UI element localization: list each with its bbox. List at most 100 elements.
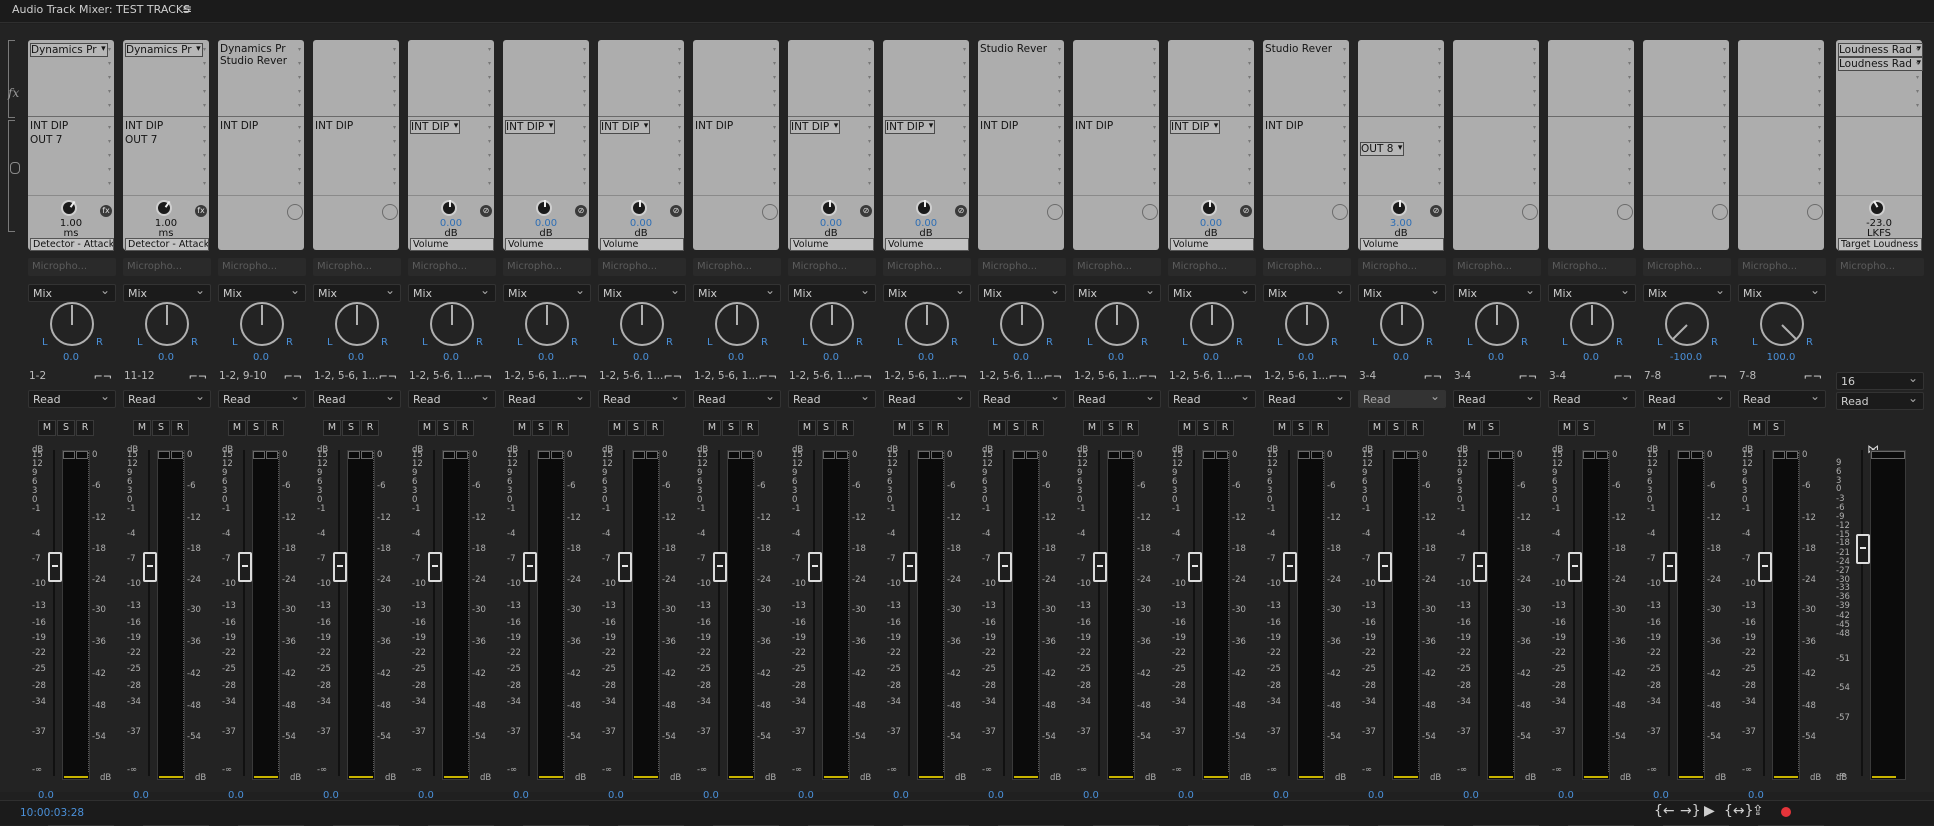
- slot-arrow-icon[interactable]: ▾: [963, 88, 966, 95]
- slot-arrow-icon[interactable]: ▾: [1438, 166, 1441, 173]
- output-routing[interactable]: 11-12: [124, 370, 155, 382]
- peak-indicator[interactable]: [1488, 451, 1500, 459]
- slot-arrow-icon[interactable]: ▾: [583, 138, 586, 145]
- mute-button[interactable]: M: [608, 420, 626, 436]
- pan-knob[interactable]: [1475, 302, 1519, 346]
- slot-arrow-icon[interactable]: ▾: [678, 46, 681, 53]
- mix-mode-dropdown[interactable]: Mix: [408, 282, 496, 302]
- slot-arrow-icon[interactable]: ▾: [1058, 124, 1061, 131]
- mix-mode-dropdown[interactable]: Mix: [1073, 282, 1161, 302]
- volume-fader[interactable]: [903, 552, 917, 582]
- output-routing[interactable]: 1-2, 5-6, 1...: [314, 370, 378, 382]
- solo-button[interactable]: S: [912, 420, 930, 436]
- slot-arrow-icon[interactable]: ▾: [1343, 180, 1346, 187]
- peak-indicator[interactable]: [171, 451, 183, 459]
- param-knob[interactable]: [536, 200, 552, 216]
- send-slot[interactable]: INT DIP: [790, 120, 841, 134]
- slot-arrow-icon[interactable]: ▾: [488, 166, 491, 173]
- slot-arrow-icon[interactable]: ▾: [583, 60, 586, 67]
- slot-arrow-icon[interactable]: ▾: [1153, 88, 1156, 95]
- routing-icon[interactable]: ⌐¬: [1709, 370, 1727, 383]
- slot-arrow-icon[interactable]: ▾: [108, 88, 111, 95]
- automation-mode-dropdown[interactable]: Read: [1643, 388, 1731, 408]
- param-select[interactable]: Volume: [505, 238, 589, 251]
- record-button[interactable]: R: [361, 420, 379, 436]
- mute-button[interactable]: M: [988, 420, 1006, 436]
- slot-arrow-icon[interactable]: ▾: [1153, 152, 1156, 159]
- pan-knob[interactable]: [1285, 302, 1329, 346]
- microphone-input[interactable]: Micropho...: [883, 258, 971, 276]
- bypass-icon[interactable]: ⊘: [955, 205, 967, 217]
- pan-value[interactable]: 0.0: [1164, 352, 1258, 363]
- solo-button[interactable]: S: [1292, 420, 1310, 436]
- peak-indicator[interactable]: [63, 451, 75, 459]
- slot-arrow-icon[interactable]: ▾: [1723, 46, 1726, 53]
- slot-arrow-icon[interactable]: ▾: [1533, 124, 1536, 131]
- slot-arrow-icon[interactable]: ▾: [1438, 180, 1441, 187]
- pan-knob[interactable]: [50, 302, 94, 346]
- send-slot[interactable]: INT DIP: [885, 120, 936, 134]
- slot-arrow-icon[interactable]: ▾: [963, 102, 966, 109]
- slot-arrow-icon[interactable]: ▾: [1153, 74, 1156, 81]
- slot-arrow-icon[interactable]: ▾: [1058, 88, 1061, 95]
- routing-icon[interactable]: ⌐¬: [1424, 370, 1442, 383]
- slot-arrow-icon[interactable]: ▾: [773, 166, 776, 173]
- slot-arrow-icon[interactable]: ▾: [1058, 102, 1061, 109]
- bypass-icon[interactable]: fx: [195, 205, 207, 217]
- peak-indicator[interactable]: [1203, 451, 1215, 459]
- send-slot[interactable]: OUT 7: [125, 134, 157, 146]
- go-to-in-icon[interactable]: {←: [1654, 803, 1675, 819]
- peak-indicator[interactable]: [253, 451, 265, 459]
- peak-indicator[interactable]: [76, 451, 88, 459]
- slot-arrow-icon[interactable]: ▾: [1343, 74, 1346, 81]
- slot-arrow-icon[interactable]: ▾: [1628, 74, 1631, 81]
- slot-arrow-icon[interactable]: ▾: [1438, 102, 1441, 109]
- mute-button[interactable]: M: [1463, 420, 1481, 436]
- param-knob[interactable]: [631, 200, 647, 216]
- peak-indicator[interactable]: [361, 451, 373, 459]
- volume-fader[interactable]: [1093, 552, 1107, 582]
- mix-mode-dropdown[interactable]: Mix: [978, 282, 1066, 302]
- slot-arrow-icon[interactable]: ▾: [1248, 60, 1251, 67]
- param-select[interactable]: Volume: [885, 238, 969, 251]
- bypass-icon[interactable]: [382, 204, 398, 220]
- slot-arrow-icon[interactable]: ▾: [203, 124, 206, 131]
- slot-arrow-icon[interactable]: ▾: [1818, 152, 1821, 159]
- output-routing[interactable]: 3-4: [1454, 370, 1471, 382]
- slot-arrow-icon[interactable]: ▾: [1628, 102, 1631, 109]
- slot-arrow-icon[interactable]: ▾: [583, 166, 586, 173]
- pan-knob[interactable]: [335, 302, 379, 346]
- pan-knob[interactable]: [1760, 302, 1804, 346]
- volume-fader[interactable]: [998, 552, 1012, 582]
- peak-indicator[interactable]: [931, 451, 943, 459]
- slot-arrow-icon[interactable]: ▾: [1916, 46, 1919, 53]
- microphone-input[interactable]: Micropho...: [1168, 258, 1256, 276]
- pan-value[interactable]: 0.0: [1544, 352, 1638, 363]
- pan-value[interactable]: 0.0: [689, 352, 783, 363]
- record-button[interactable]: R: [931, 420, 949, 436]
- slot-arrow-icon[interactable]: ▾: [1818, 60, 1821, 67]
- peak-indicator[interactable]: [823, 451, 835, 459]
- fx-slot[interactable]: Dynamics Pr: [125, 43, 203, 57]
- output-routing[interactable]: 7-8: [1739, 370, 1756, 382]
- slot-arrow-icon[interactable]: ▾: [203, 166, 206, 173]
- slot-arrow-icon[interactable]: ▾: [868, 60, 871, 67]
- fx-slot[interactable]: Loudness Rad: [1838, 57, 1923, 71]
- send-slot[interactable]: INT DIP: [220, 120, 258, 132]
- mute-button[interactable]: M: [1083, 420, 1101, 436]
- slot-arrow-icon[interactable]: ▾: [1818, 180, 1821, 187]
- slot-arrow-icon[interactable]: ▾: [678, 152, 681, 159]
- mute-button[interactable]: M: [703, 420, 721, 436]
- microphone-input[interactable]: Micropho...: [693, 258, 781, 276]
- fx-slot[interactable]: Loudness Rad: [1838, 43, 1923, 57]
- mix-mode-dropdown[interactable]: Mix: [788, 282, 876, 302]
- param-knob[interactable]: [1391, 200, 1407, 216]
- send-slot[interactable]: INT DIP: [30, 120, 68, 132]
- slot-arrow-icon[interactable]: ▾: [298, 138, 301, 145]
- slot-arrow-icon[interactable]: ▾: [773, 46, 776, 53]
- bypass-icon[interactable]: fx: [100, 205, 112, 217]
- slot-arrow-icon[interactable]: ▾: [1438, 60, 1441, 67]
- pan-value[interactable]: 0.0: [214, 352, 308, 363]
- slot-arrow-icon[interactable]: ▾: [963, 60, 966, 67]
- slot-arrow-icon[interactable]: ▾: [488, 74, 491, 81]
